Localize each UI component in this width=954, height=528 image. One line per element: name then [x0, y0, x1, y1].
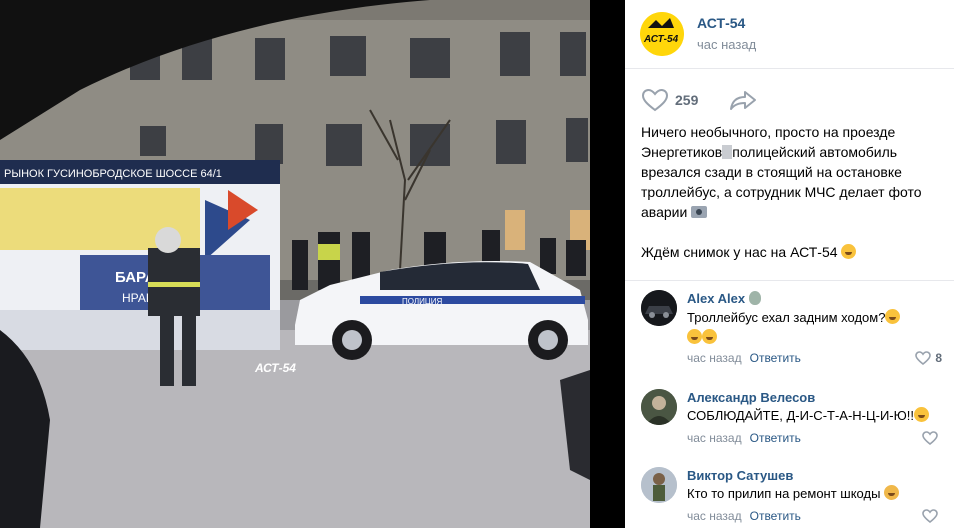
laughing-emoji-icon [687, 329, 702, 344]
laughing-emoji-icon [885, 309, 901, 324]
comment-avatar[interactable] [641, 467, 677, 503]
community-avatar[interactable]: АСТ-54 [640, 12, 684, 56]
post-panel: АСТ-54 АСТ-54 час назад 259 Ничего необы… [625, 0, 954, 528]
comment-author[interactable]: Alex Alex [687, 291, 762, 306]
reply-button[interactable]: Ответить [750, 351, 801, 365]
inline-marker-icon [722, 145, 733, 159]
camera-emoji-icon [691, 206, 708, 218]
person-avatar-icon [641, 389, 677, 425]
heart-icon[interactable] [641, 88, 669, 112]
emoji-icon [884, 485, 900, 500]
person-avatar-icon [641, 467, 677, 503]
photo-viewer: РЫНОК ГУСИНОБРОДСКОЕ ШОССЕ 64/1 БАРА НРА… [0, 0, 625, 528]
avatar-logo-text: АСТ-54 [643, 34, 679, 45]
alien-emoji-icon [749, 291, 762, 305]
post-header: АСТ-54 АСТ-54 час назад [625, 0, 954, 69]
post-text: Ничего необычного, просто на проезде Эне… [641, 122, 941, 262]
police-car-label: ПОЛИЦИЯ [402, 297, 443, 306]
trolley-route-sign: РЫНОК ГУСИНОБРОДСКОЕ ШОССЕ 64/1 [4, 168, 222, 180]
comment-text-content: Кто то прилип на ремонт шкоды [687, 486, 881, 501]
photo-illustration: РЫНОК ГУСИНОБРОДСКОЕ ШОССЕ 64/1 БАРА НРА… [0, 0, 590, 528]
car-avatar-icon [641, 290, 677, 326]
laughing-emoji-icon [913, 407, 929, 422]
comment-item: Александр Велесов СОБЛЮДАЙТЕ, Д-И-С-Т-А-… [625, 386, 954, 450]
like-count: 259 [675, 92, 699, 108]
post-time[interactable]: час назад [697, 37, 756, 52]
comment-time[interactable]: час назад [687, 509, 742, 523]
post-text-line-4[interactable]: Ждём снимок у нас на АСТ-54 [641, 244, 838, 260]
comment-item: Виктор Сатушев Кто то прилип на ремонт ш… [625, 464, 954, 528]
comments-divider [625, 280, 954, 281]
comment-author-name[interactable]: Александр Велесов [687, 390, 815, 405]
heart-icon [922, 431, 938, 445]
comment-author-name[interactable]: Alex Alex [687, 291, 745, 306]
comment-meta: час назад Ответить [687, 509, 801, 523]
wink-emoji-icon [841, 244, 857, 259]
share-icon[interactable] [729, 89, 757, 111]
comment-time[interactable]: час назад [687, 351, 742, 365]
comment-meta: час назад Ответить [687, 431, 801, 445]
comment-time[interactable]: час назад [687, 431, 742, 445]
comment-like-button[interactable]: 8 [915, 351, 942, 365]
heart-icon [922, 509, 938, 523]
comment-avatar[interactable] [641, 389, 677, 425]
comment-like-count: 8 [935, 351, 942, 365]
post-author-name[interactable]: АСТ-54 [697, 15, 745, 31]
heart-icon [915, 351, 932, 365]
comment-text-content: СОБЛЮДАЙТЕ, Д-И-С-Т-А-Н-Ц-И-Ю!! [687, 408, 914, 423]
comment-text: Троллейбус ехал задним ходом? [687, 308, 937, 348]
post-text-line-3: троллейбус, а сотрудник МЧС делает фото … [641, 184, 922, 220]
comment-author-name[interactable]: Виктор Сатушев [687, 468, 793, 483]
post-photo[interactable]: РЫНОК ГУСИНОБРОДСКОЕ ШОССЕ 64/1 БАРА НРА… [0, 0, 590, 528]
comment-text: Кто то прилип на ремонт шкоды [687, 484, 937, 504]
reply-button[interactable]: Ответить [750, 431, 801, 445]
photo-watermark: АСТ-54 [254, 361, 296, 375]
comment-text-content: Троллейбус ехал задним ходом? [687, 310, 886, 325]
comment-text: СОБЛЮДАЙТЕ, Д-И-С-Т-А-Н-Ц-И-Ю!! [687, 406, 937, 426]
reply-button[interactable]: Ответить [750, 509, 801, 523]
comment-avatar[interactable] [641, 290, 677, 326]
laughing-emoji-icon [702, 329, 717, 344]
comment-meta: час назад Ответить [687, 351, 801, 365]
comment-item: Alex Alex Троллейбус ехал задним ходом? … [625, 286, 954, 372]
post-actions: 259 [625, 86, 954, 114]
comment-like-button[interactable] [922, 431, 942, 445]
brand-logo-icon: АСТ-54 [640, 12, 684, 56]
comment-like-button[interactable] [922, 509, 942, 523]
